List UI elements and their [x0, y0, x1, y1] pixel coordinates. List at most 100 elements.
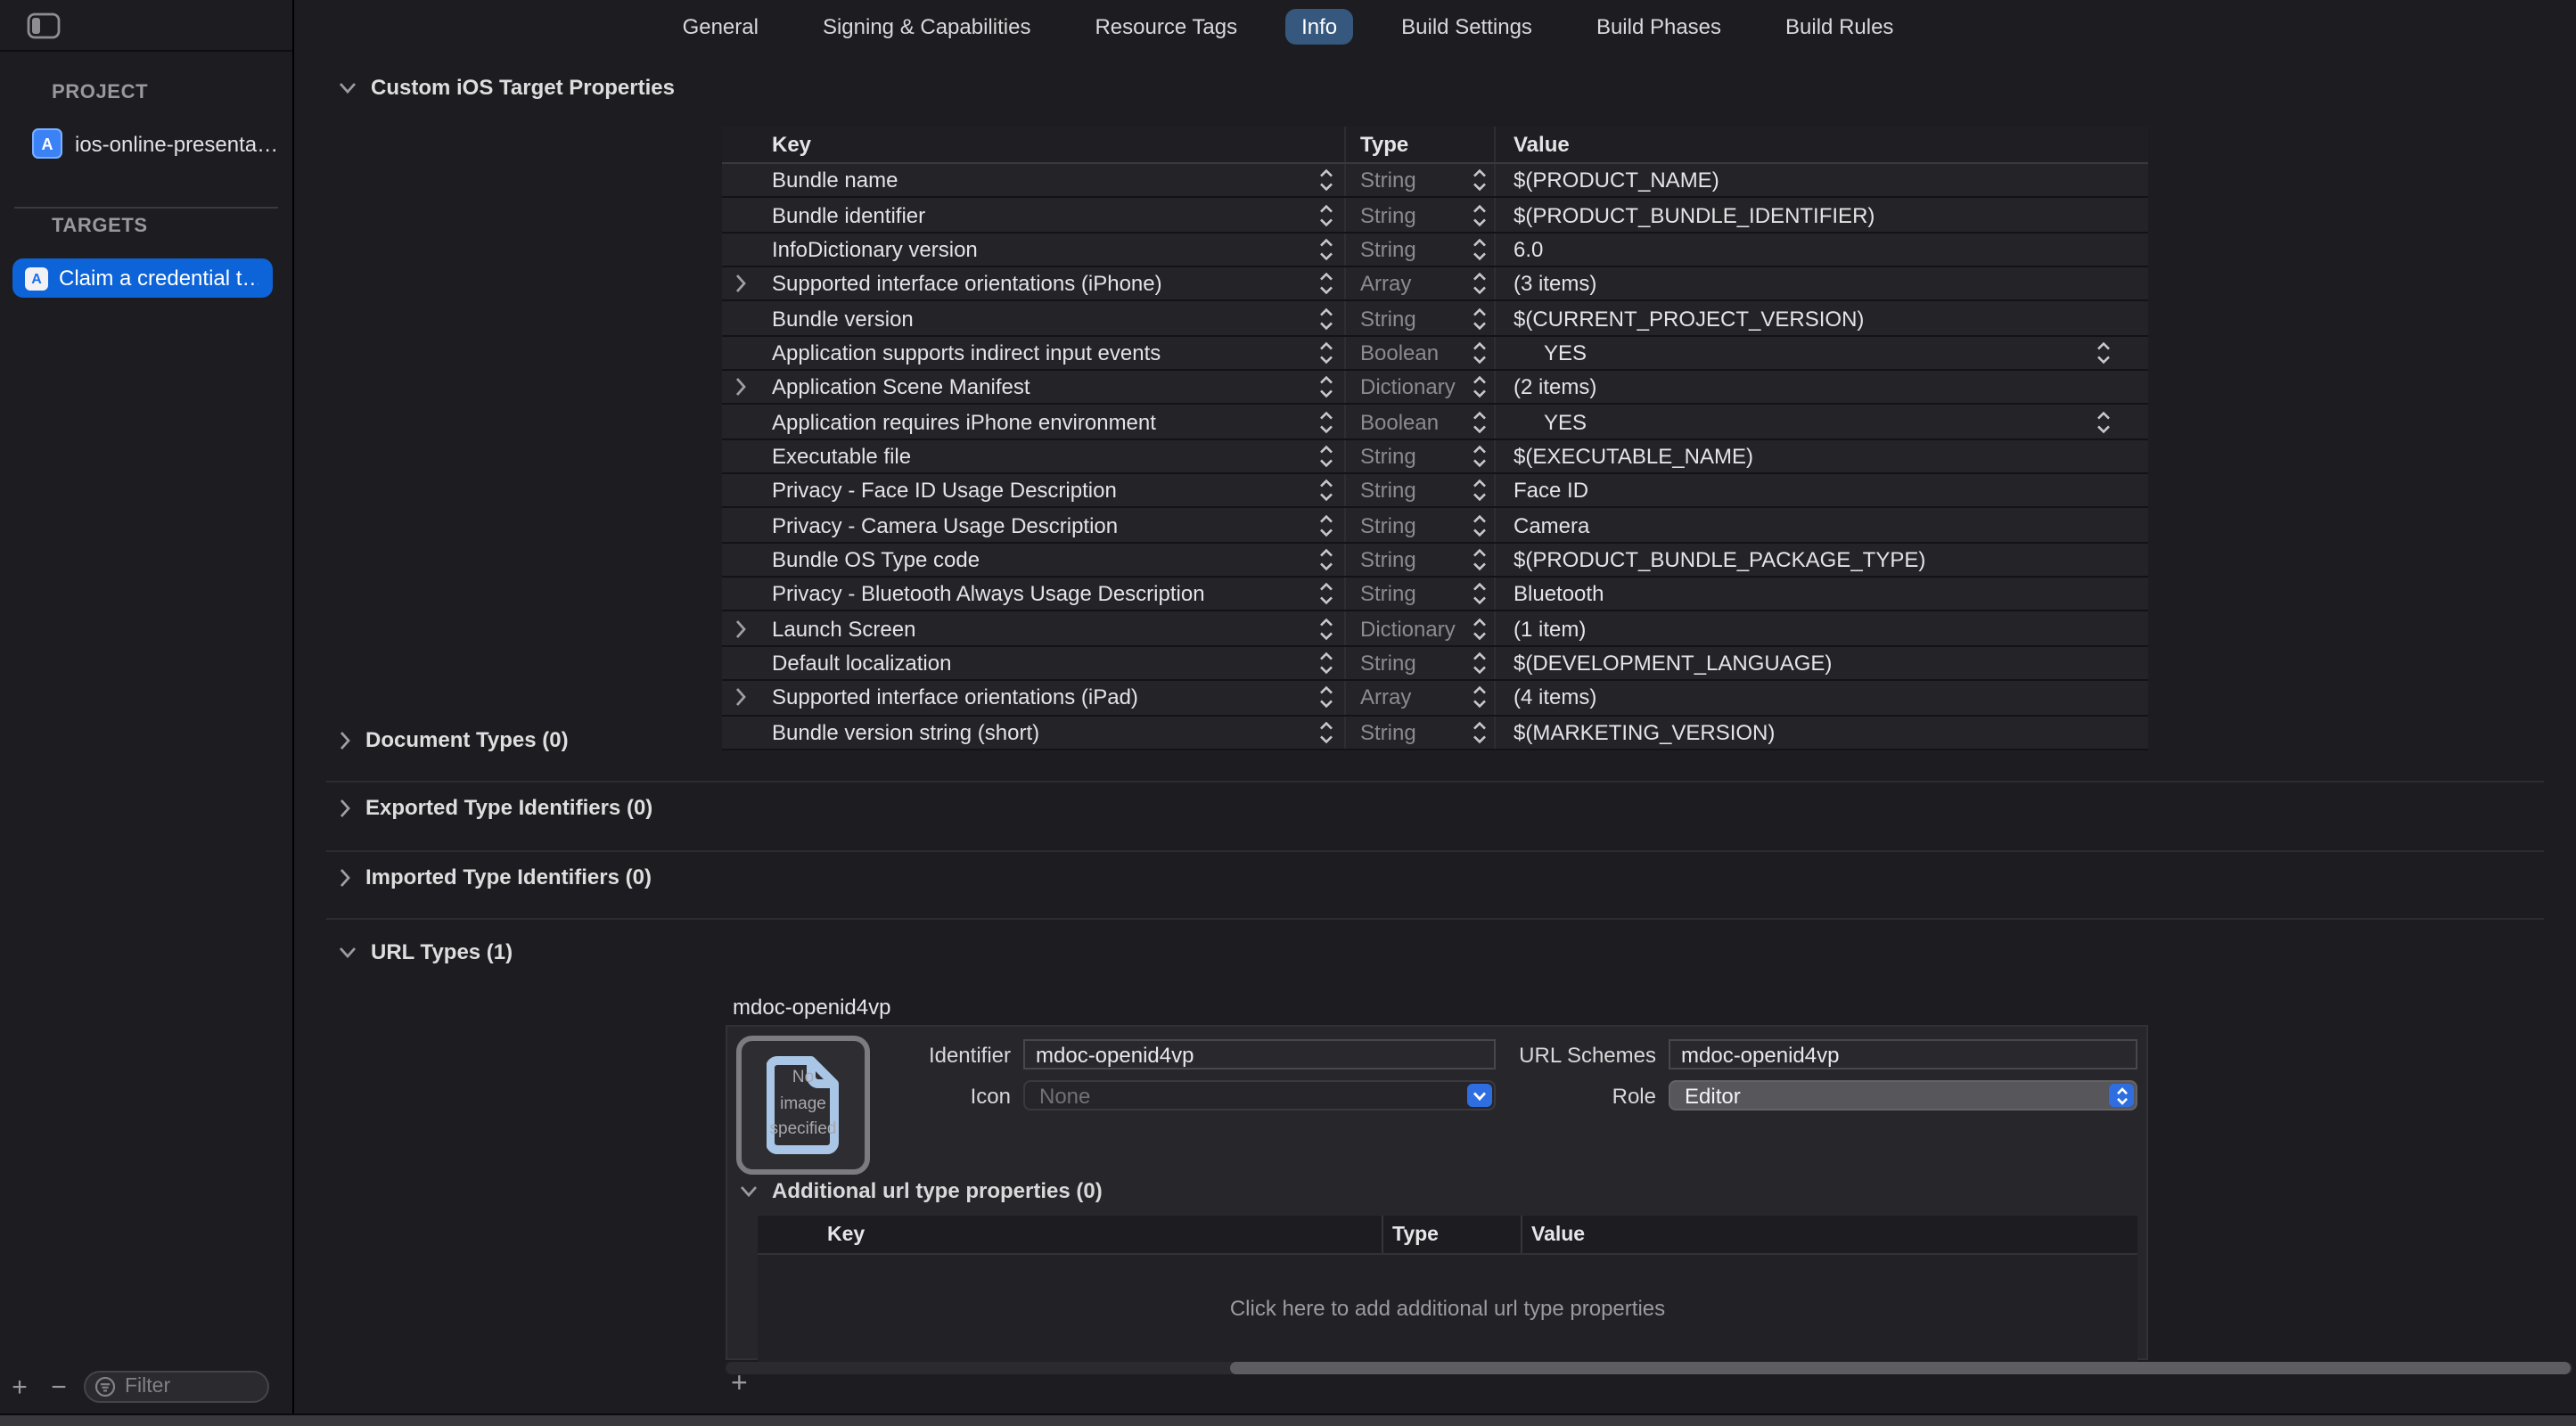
- target-row-selected[interactable]: A Claim a credential t…: [12, 258, 273, 298]
- property-type-cell[interactable]: Array: [1344, 681, 1494, 714]
- property-value-cell[interactable]: $(CURRENT_PROJECT_VERSION): [1494, 302, 2148, 335]
- stepper-icon[interactable]: [1473, 445, 1487, 468]
- stepper-icon[interactable]: [1319, 513, 1333, 537]
- property-value-cell[interactable]: $(PRODUCT_BUNDLE_PACKAGE_TYPE): [1494, 544, 2148, 577]
- property-row[interactable]: Bundle version string (short)String$(MAR…: [722, 716, 2148, 750]
- property-type-cell[interactable]: String: [1344, 544, 1494, 577]
- property-type-cell[interactable]: Boolean: [1344, 336, 1494, 369]
- stepper-icon[interactable]: [1319, 652, 1333, 675]
- url-schemes-field[interactable]: mdoc-openid4vp: [1669, 1039, 2137, 1070]
- disclosure-chevron-icon[interactable]: [339, 798, 351, 817]
- remove-target-button[interactable]: −: [39, 1372, 78, 1402]
- property-row[interactable]: Application Scene ManifestDictionary(2 i…: [722, 371, 2148, 406]
- property-value-cell[interactable]: $(EXECUTABLE_NAME): [1494, 440, 2148, 473]
- stepper-icon[interactable]: [1473, 652, 1487, 675]
- property-row[interactable]: Supported interface orientations (iPad)A…: [722, 681, 2148, 716]
- stepper-icon[interactable]: [1319, 583, 1333, 606]
- property-row[interactable]: Privacy - Face ID Usage DescriptionStrin…: [722, 474, 2148, 509]
- tab-general[interactable]: General: [667, 8, 775, 44]
- property-key-cell[interactable]: Bundle name: [722, 164, 1344, 197]
- stepper-icon[interactable]: [1319, 341, 1333, 365]
- property-key-cell[interactable]: Privacy - Camera Usage Description: [722, 509, 1344, 542]
- property-value-cell[interactable]: (4 items): [1494, 681, 2148, 714]
- property-row[interactable]: Application supports indirect input even…: [722, 336, 2148, 371]
- property-key-cell[interactable]: Bundle version: [722, 302, 1344, 335]
- stepper-icon[interactable]: [1319, 203, 1333, 226]
- property-row[interactable]: Privacy - Camera Usage DescriptionString…: [722, 509, 2148, 544]
- property-value-cell[interactable]: $(PRODUCT_BUNDLE_IDENTIFIER): [1494, 199, 2148, 232]
- section-header-imported-type-identifiers-[interactable]: Imported Type Identifiers (0): [339, 865, 652, 889]
- stepper-icon[interactable]: [1319, 238, 1333, 261]
- add-url-type-button[interactable]: +: [731, 1369, 748, 1401]
- stepper-icon[interactable]: [1319, 375, 1333, 398]
- section-header-exported-type-identifiers-[interactable]: Exported Type Identifiers (0): [339, 795, 652, 820]
- property-row[interactable]: InfoDictionary versionString6.0: [722, 233, 2148, 267]
- stepper-icon[interactable]: [1473, 238, 1487, 261]
- property-value-cell[interactable]: Camera: [1494, 509, 2148, 542]
- property-key-cell[interactable]: Application requires iPhone environment: [722, 406, 1344, 438]
- stepper-icon[interactable]: [1473, 341, 1487, 365]
- property-row[interactable]: Default localizationString$(DEVELOPMENT_…: [722, 647, 2148, 682]
- stepper-icon[interactable]: [1319, 686, 1333, 709]
- role-popup[interactable]: Editor: [1669, 1080, 2137, 1110]
- property-row[interactable]: Supported interface orientations (iPhone…: [722, 267, 2148, 302]
- property-value-cell[interactable]: Face ID: [1494, 474, 2148, 507]
- property-value-cell[interactable]: (1 item): [1494, 612, 2148, 645]
- property-type-cell[interactable]: Dictionary: [1344, 612, 1494, 645]
- property-key-cell[interactable]: Application supports indirect input even…: [722, 336, 1344, 369]
- tab-resource-tags[interactable]: Resource Tags: [1079, 8, 1253, 44]
- property-type-cell[interactable]: String: [1344, 164, 1494, 197]
- property-value-cell[interactable]: (3 items): [1494, 267, 2148, 300]
- stepper-icon[interactable]: [1473, 513, 1487, 537]
- property-row[interactable]: Launch ScreenDictionary(1 item): [722, 612, 2148, 647]
- property-row[interactable]: Bundle nameString$(PRODUCT_NAME): [722, 164, 2148, 199]
- additional-table-empty-area[interactable]: Click here to add additional url type pr…: [758, 1255, 2137, 1362]
- property-type-cell[interactable]: String: [1344, 716, 1494, 749]
- stepper-icon[interactable]: [1319, 445, 1333, 468]
- property-key-cell[interactable]: Privacy - Face ID Usage Description: [722, 474, 1344, 507]
- stepper-icon[interactable]: [1319, 272, 1333, 295]
- property-row[interactable]: Executable fileString$(EXECUTABLE_NAME): [722, 440, 2148, 475]
- property-value-cell[interactable]: Bluetooth: [1494, 578, 2148, 611]
- stepper-icon[interactable]: [1473, 479, 1487, 503]
- property-type-cell[interactable]: String: [1344, 199, 1494, 232]
- property-type-cell[interactable]: String: [1344, 440, 1494, 473]
- disclosure-chevron-icon[interactable]: [734, 619, 747, 638]
- property-key-cell[interactable]: InfoDictionary version: [722, 233, 1344, 266]
- property-type-cell[interactable]: String: [1344, 509, 1494, 542]
- property-value-cell[interactable]: YES: [1494, 406, 2148, 438]
- property-type-cell[interactable]: Dictionary: [1344, 371, 1494, 404]
- property-type-cell[interactable]: String: [1344, 474, 1494, 507]
- tab-build-settings[interactable]: Build Settings: [1385, 8, 1548, 44]
- project-row[interactable]: A ios-online-presenta…: [32, 128, 278, 159]
- property-value-cell[interactable]: (2 items): [1494, 371, 2148, 404]
- property-type-cell[interactable]: Array: [1344, 267, 1494, 300]
- stepper-icon[interactable]: [1319, 307, 1333, 330]
- stepper-icon[interactable]: [2096, 410, 2111, 433]
- stepper-icon[interactable]: [1319, 479, 1333, 503]
- property-key-cell[interactable]: Supported interface orientations (iPhone…: [722, 267, 1344, 300]
- property-row[interactable]: Privacy - Bluetooth Always Usage Descrip…: [722, 578, 2148, 612]
- property-key-cell[interactable]: Bundle OS Type code: [722, 544, 1344, 577]
- tab-build-rules[interactable]: Build Rules: [1769, 8, 1909, 44]
- disclosure-chevron-icon[interactable]: [734, 688, 747, 708]
- property-value-cell[interactable]: $(MARKETING_VERSION): [1494, 716, 2148, 749]
- property-value-cell[interactable]: YES: [1494, 336, 2148, 369]
- stepper-icon[interactable]: [1319, 548, 1333, 571]
- url-types-section-header[interactable]: URL Types (1): [339, 939, 513, 964]
- stepper-icon[interactable]: [1319, 720, 1333, 743]
- stepper-icon[interactable]: [1473, 203, 1487, 226]
- property-type-cell[interactable]: Boolean: [1344, 406, 1494, 438]
- stepper-icon[interactable]: [1473, 686, 1487, 709]
- property-key-cell[interactable]: Default localization: [722, 647, 1344, 680]
- horizontal-scrollbar-thumb[interactable]: [1230, 1362, 2571, 1374]
- property-type-cell[interactable]: String: [1344, 578, 1494, 611]
- property-type-cell[interactable]: String: [1344, 233, 1494, 266]
- stepper-icon[interactable]: [1319, 617, 1333, 640]
- property-value-cell[interactable]: $(PRODUCT_NAME): [1494, 164, 2148, 197]
- property-type-cell[interactable]: String: [1344, 302, 1494, 335]
- stepper-icon[interactable]: [1473, 375, 1487, 398]
- horizontal-scrollbar-track[interactable]: [726, 1362, 2572, 1374]
- stepper-icon[interactable]: [1319, 168, 1333, 192]
- stepper-icon[interactable]: [1473, 307, 1487, 330]
